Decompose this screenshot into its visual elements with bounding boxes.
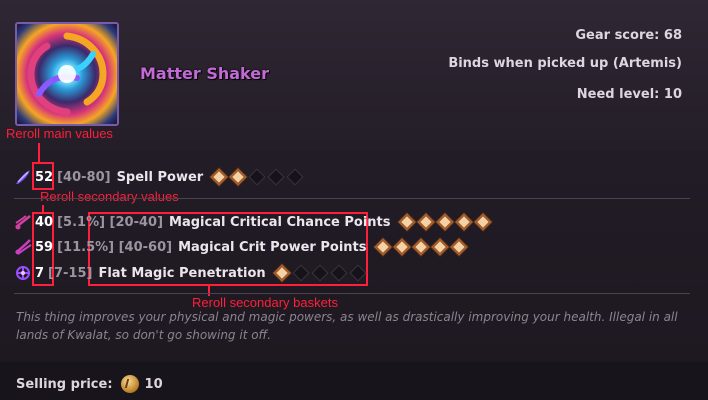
main-stat-name: Spell Power	[116, 169, 204, 185]
bind-status: Binds when picked up (Artemis)	[448, 56, 682, 71]
secondary-stat-name: Magical Critical Chance Points	[169, 214, 391, 230]
filled-diamond-icon	[436, 213, 453, 231]
main-stat-row: 52 [40-80] Spell Power	[14, 167, 304, 187]
filled-diamond-icon	[412, 238, 429, 256]
annotation-reroll-secondary: Reroll secondary values	[40, 189, 179, 204]
main-stat-quality	[210, 168, 304, 186]
secondary-stat-row: 7 [7-15] Flat Magic Penetration	[14, 263, 367, 283]
annotation-reroll-main: Reroll main values	[6, 126, 113, 141]
main-stat-range: [40-80]	[57, 169, 111, 185]
empty-diamond-icon	[330, 264, 348, 282]
annotation-line-main	[38, 143, 40, 163]
filled-diamond-icon	[417, 213, 434, 231]
secondary-stat-value: 40	[35, 214, 54, 230]
secondary-stat-name: Magical Crit Power Points	[178, 239, 367, 255]
empty-diamond-icon	[286, 168, 304, 186]
matter-shaker-icon	[15, 22, 119, 126]
coin-icon	[120, 375, 139, 393]
filled-diamond-icon	[210, 168, 228, 186]
filled-diamond-icon	[450, 238, 467, 256]
item-name: Matter Shaker	[140, 64, 269, 83]
secondary-stat-quality	[273, 264, 367, 282]
filled-diamond-icon	[474, 213, 491, 231]
magic-penetration-icon	[14, 264, 32, 282]
secondary-stat-value: 7	[35, 265, 45, 281]
divider-main	[14, 198, 690, 199]
empty-diamond-icon	[267, 168, 285, 186]
gear-score-label: Gear score:	[575, 28, 660, 43]
selling-price-label: Selling price:	[16, 376, 113, 392]
secondary-stat-value: 59	[35, 239, 54, 255]
secondary-stat-range: [7-15]	[48, 265, 93, 281]
crit-power-icon	[14, 238, 32, 256]
crit-chance-icon	[14, 213, 32, 231]
secondary-stat-row: 40 [5.1%] [20-40] Magical Critical Chanc…	[14, 212, 491, 232]
filled-diamond-icon	[273, 264, 291, 282]
secondary-stat-name: Flat Magic Penetration	[98, 265, 266, 281]
secondary-stat-range: [5.1%] [20-40]	[57, 214, 164, 230]
empty-diamond-icon	[292, 264, 310, 282]
need-level: Need level: 10	[577, 87, 682, 102]
selling-price-value: 10	[144, 376, 163, 392]
secondary-stat-quality	[398, 213, 491, 231]
filled-diamond-icon	[374, 238, 391, 256]
filled-diamond-icon	[455, 213, 472, 231]
divider-secondary	[14, 293, 690, 294]
need-level-value: 10	[663, 87, 682, 102]
secondary-stat-range: [11.5%] [40-60]	[57, 239, 173, 255]
filled-diamond-icon	[393, 238, 410, 256]
filled-diamond-icon	[398, 213, 415, 231]
empty-diamond-icon	[248, 168, 266, 186]
filled-diamond-icon	[431, 238, 448, 256]
need-level-label: Need level:	[576, 87, 660, 102]
item-description: This thing improves your physical and ma…	[16, 310, 678, 342]
empty-diamond-icon	[311, 264, 329, 282]
spell-power-icon	[14, 168, 32, 186]
secondary-stat-row: 59 [11.5%] [40-60] Magical Crit Power Po…	[14, 237, 467, 257]
gear-score: Gear score: 68	[575, 28, 682, 43]
secondary-stat-quality	[374, 238, 467, 256]
main-stat-value: 52	[35, 169, 54, 185]
gear-score-value: 68	[663, 28, 682, 43]
filled-diamond-icon	[229, 168, 247, 186]
selling-price: Selling price: 10	[16, 375, 163, 393]
empty-diamond-icon	[349, 264, 367, 282]
